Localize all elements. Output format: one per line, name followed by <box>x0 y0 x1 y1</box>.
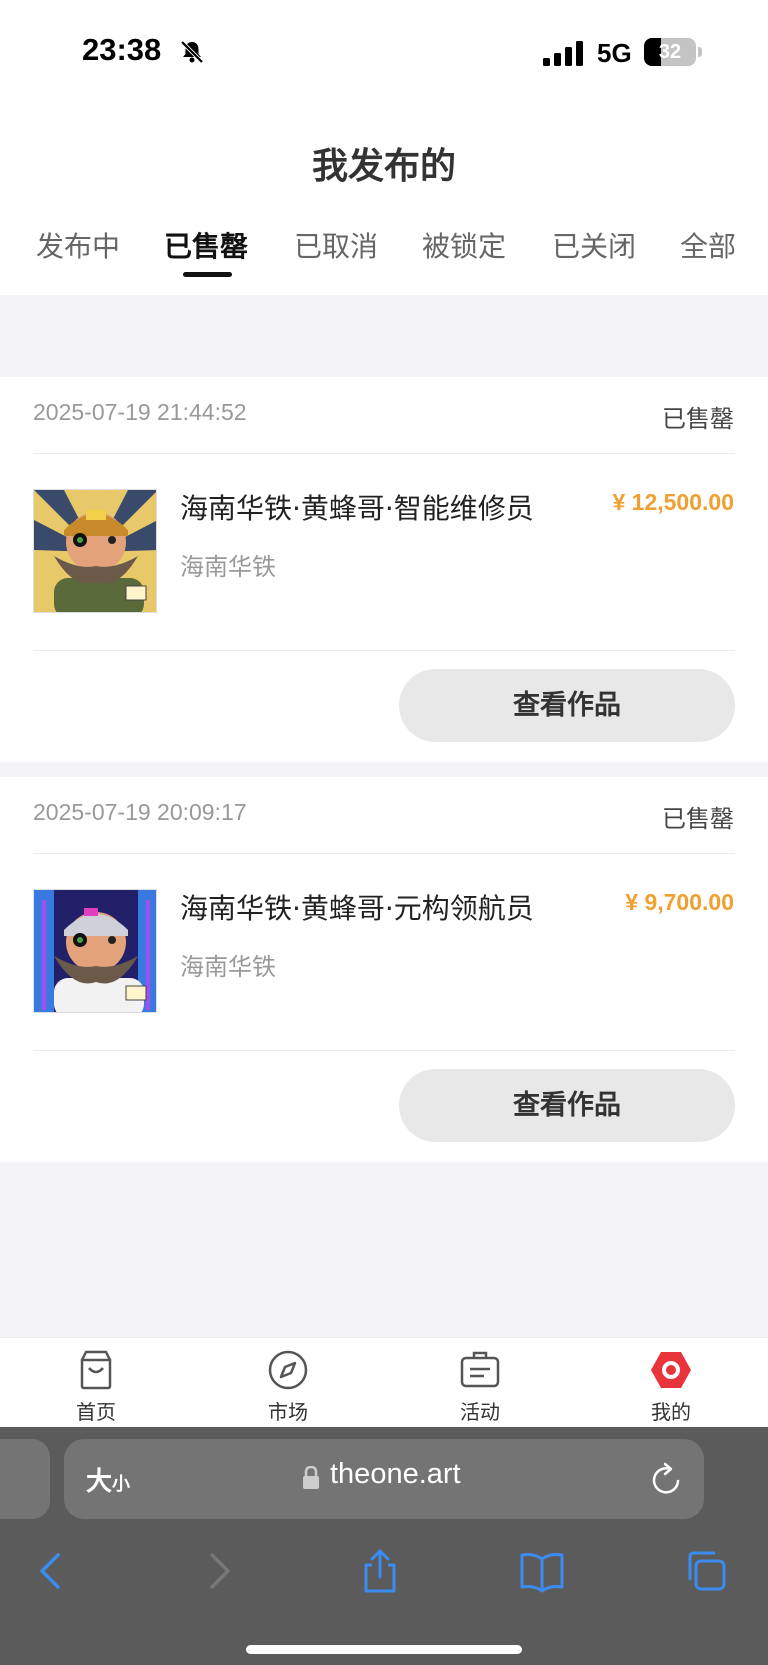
item-price: ¥ 12,500.00 <box>612 489 734 515</box>
view-artwork-button[interactable]: 查看作品 <box>399 669 735 742</box>
nav-item-market[interactable]: 市场 <box>238 1348 338 1425</box>
home-indicator <box>246 1645 522 1654</box>
nav-label: 首页 <box>76 1400 116 1424</box>
tab-publishing[interactable]: 发布中 <box>36 225 120 265</box>
previous-tab[interactable] <box>0 1439 50 1519</box>
battery-level: 32 <box>658 41 682 63</box>
order-timestamp: 2025-07-19 20:09:17 <box>33 799 247 825</box>
item-thumbnail[interactable] <box>33 889 157 1013</box>
nav-label: 我的 <box>651 1400 691 1424</box>
nav-item-events[interactable]: 活动 <box>430 1348 530 1425</box>
profile-icon <box>651 1352 691 1388</box>
page-header: 我发布的 发布中 已售罄 已取消 被锁定 已关闭 全部 <box>0 105 768 295</box>
item-publisher: 海南华铁 <box>180 553 276 581</box>
forward-icon[interactable] <box>196 1549 240 1593</box>
navigator-avatar-icon <box>34 890 156 1012</box>
status-time: 23:38 <box>82 32 162 67</box>
battery-icon: 32 <box>644 38 702 66</box>
browser-bar: 大小 theone.art <box>0 1427 768 1665</box>
tab-closed[interactable]: 已关闭 <box>552 225 636 265</box>
tab-all[interactable]: 全部 <box>680 225 736 265</box>
mechanic-avatar-icon <box>34 490 156 612</box>
lock-icon <box>303 1466 319 1489</box>
tab-cancelled[interactable]: 已取消 <box>294 225 378 265</box>
signal-icon <box>543 41 583 66</box>
order-card: 2025-07-19 20:09:17 已售罄 海南华铁·黄蜂哥·元构领航员 海… <box>0 777 768 1162</box>
status-tabs: 发布中 已售罄 已取消 被锁定 已关闭 全部 <box>0 225 768 295</box>
status-bar: 23:38 5G 32 <box>0 0 768 105</box>
divider <box>33 453 735 454</box>
reload-icon[interactable] <box>650 1461 684 1497</box>
tab-locked[interactable]: 被锁定 <box>422 225 506 265</box>
order-status: 已售罄 <box>662 405 734 433</box>
order-card: 2025-07-19 21:44:52 已售罄 海南华铁·黄蜂哥·智能维修员 海… <box>0 377 768 762</box>
item-price: ¥ 9,700.00 <box>625 889 734 915</box>
item-thumbnail[interactable] <box>33 489 157 613</box>
reader-size-small: 小 <box>112 1474 131 1494</box>
address-bar[interactable]: 大小 theone.art <box>64 1439 704 1519</box>
bell-muted-icon <box>180 40 204 64</box>
divider <box>33 650 735 651</box>
order-timestamp: 2025-07-19 21:44:52 <box>33 399 247 425</box>
bookmarks-icon[interactable] <box>520 1549 564 1593</box>
ticket-icon <box>460 1351 500 1388</box>
tabs-icon[interactable] <box>684 1549 728 1593</box>
item-title[interactable]: 海南华铁·黄蜂哥·元构领航员 <box>180 887 534 927</box>
item-publisher: 海南华铁 <box>180 953 276 981</box>
compass-icon <box>268 1350 308 1390</box>
reader-size-label: 大 <box>86 1466 113 1496</box>
bottom-nav: 首页 市场 活动 我的 <box>0 1337 768 1427</box>
share-icon[interactable] <box>358 1549 402 1593</box>
tab-sold-out[interactable]: 已售罄 <box>164 225 248 265</box>
active-tab-indicator <box>183 272 232 277</box>
view-artwork-button[interactable]: 查看作品 <box>399 1069 735 1142</box>
back-icon[interactable] <box>30 1549 74 1593</box>
divider <box>33 1050 735 1051</box>
reader-size-button[interactable]: 大小 <box>86 1461 130 1498</box>
nav-label: 市场 <box>268 1400 308 1424</box>
url-text: theone.art <box>330 1458 461 1490</box>
network-label: 5G <box>597 38 632 68</box>
nav-label: 活动 <box>460 1400 500 1424</box>
page-title: 我发布的 <box>311 146 456 187</box>
nav-item-mine[interactable]: 我的 <box>621 1348 721 1425</box>
nav-item-home[interactable]: 首页 <box>46 1348 146 1425</box>
bag-icon <box>80 1350 112 1390</box>
item-title[interactable]: 海南华铁·黄蜂哥·智能维修员 <box>180 487 534 527</box>
divider <box>33 853 735 854</box>
order-status: 已售罄 <box>662 805 734 833</box>
